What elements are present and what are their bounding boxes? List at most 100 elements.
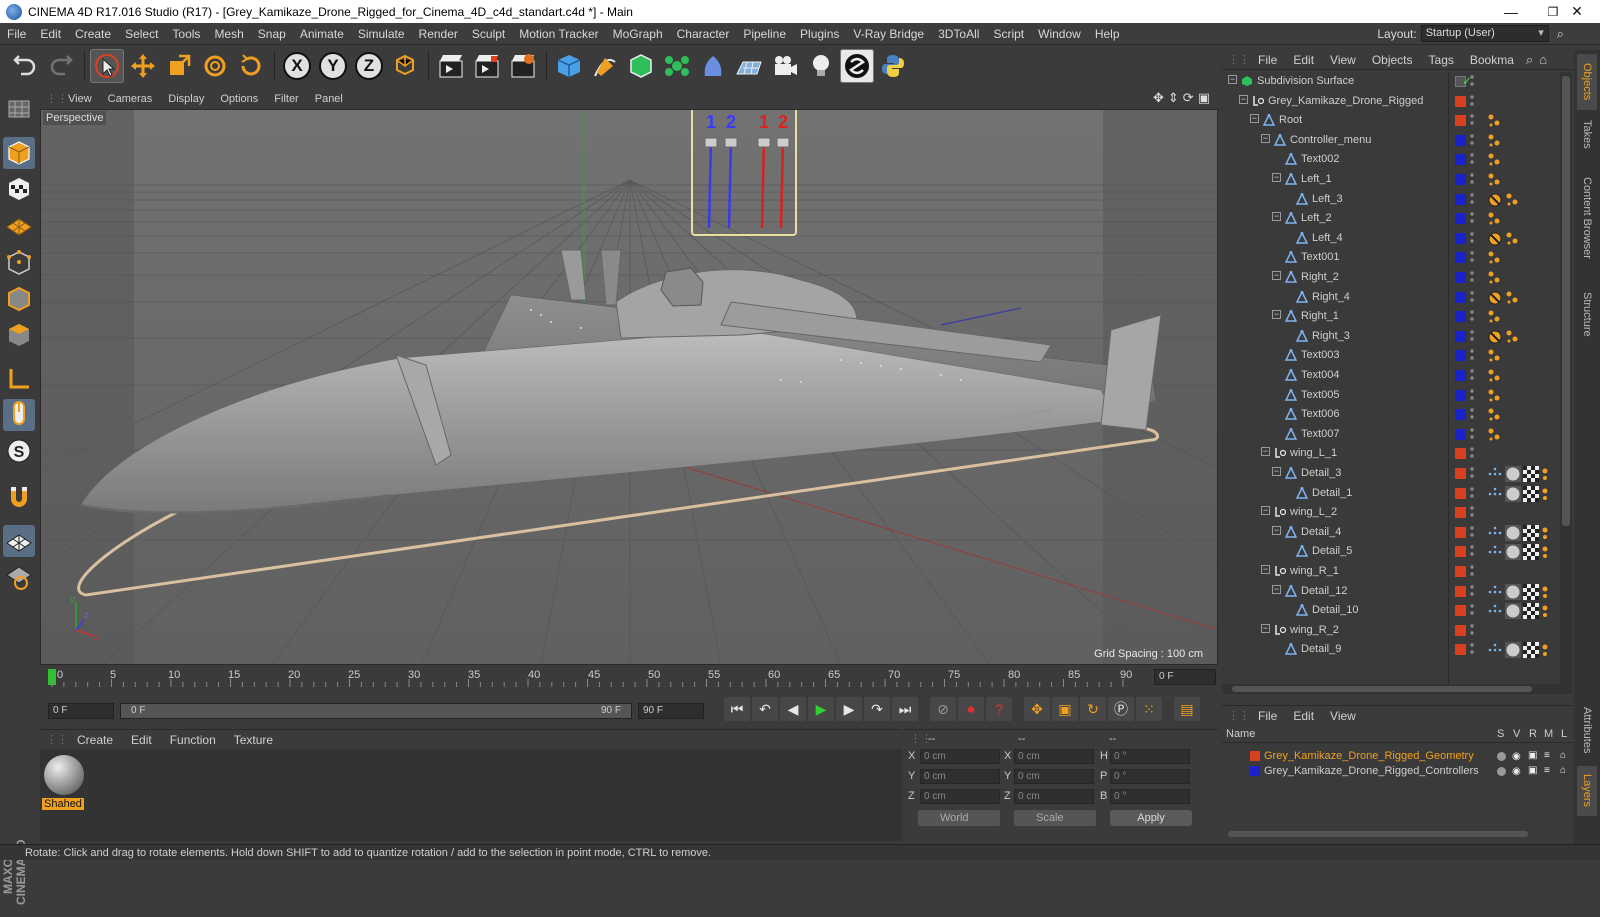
object-tags[interactable]: [1487, 583, 1549, 600]
menu-file[interactable]: File: [0, 27, 33, 41]
menu-help[interactable]: Help: [1088, 27, 1127, 41]
material-preview-sphere[interactable]: [44, 755, 84, 795]
object-name[interactable]: wing_L_1: [1290, 447, 1337, 459]
object-row[interactable]: − Root: [1222, 111, 1572, 131]
menu-plugins[interactable]: Plugins: [793, 27, 846, 41]
visibility-dots[interactable]: [1470, 427, 1474, 441]
y-axis-lock-icon[interactable]: Y: [316, 49, 350, 83]
tree-collapse-toggle[interactable]: −: [1228, 75, 1237, 84]
object-name[interactable]: Left_1: [1301, 173, 1332, 185]
visibility-dots[interactable]: [1470, 133, 1474, 147]
visibility-dots[interactable]: [1470, 113, 1474, 127]
layer-manager-scrollbar[interactable]: [1228, 831, 1528, 837]
object-name[interactable]: Detail_10: [1312, 604, 1358, 616]
object-layer-swatch[interactable]: [1455, 624, 1466, 636]
viewport-maximize-icon[interactable]: ▣: [1198, 90, 1210, 106]
visibility-dots[interactable]: [1470, 544, 1474, 558]
object-name[interactable]: Left_4: [1312, 232, 1343, 244]
model-mode-icon[interactable]: [3, 137, 35, 169]
menu-mograph[interactable]: MoGraph: [606, 27, 670, 41]
visibility-dots[interactable]: [1470, 642, 1474, 656]
menu-create[interactable]: Create: [68, 27, 118, 41]
enable-snap-grid-icon[interactable]: [3, 525, 35, 557]
object-layer-swatch[interactable]: [1455, 428, 1466, 440]
minimize-button[interactable]: —: [1488, 0, 1534, 23]
object-tags[interactable]: [1487, 524, 1549, 541]
object-layer-swatch[interactable]: [1455, 448, 1466, 460]
object-row[interactable]: Left_4: [1222, 229, 1572, 249]
visibility-dots[interactable]: [1470, 603, 1474, 617]
object-layer-swatch[interactable]: [1455, 232, 1466, 244]
object-row[interactable]: − Controller_menu: [1222, 131, 1572, 151]
pos-x-field[interactable]: 0 cm: [920, 749, 1000, 764]
object-name[interactable]: Left_3: [1312, 193, 1343, 205]
object-layer-swatch[interactable]: [1455, 291, 1466, 303]
object-layer-swatch[interactable]: [1455, 330, 1466, 342]
object-row[interactable]: Text004: [1222, 366, 1572, 386]
deformer-icon[interactable]: [696, 49, 730, 83]
layer-manager-icon[interactable]: ≡: [1544, 765, 1550, 776]
pos-y-field[interactable]: 0 cm: [920, 769, 1000, 784]
rotation-key-icon[interactable]: ↻: [1080, 697, 1106, 721]
object-name[interactable]: Text002: [1301, 153, 1340, 165]
visibility-dots[interactable]: [1470, 309, 1474, 323]
object-layer-swatch[interactable]: [1455, 389, 1466, 401]
object-name[interactable]: Detail_12: [1301, 585, 1347, 597]
scale-tool-icon[interactable]: [162, 49, 196, 83]
object-row[interactable]: − Left_2: [1222, 209, 1572, 229]
menu-edit[interactable]: Edit: [33, 27, 68, 41]
auto-keying-icon[interactable]: ⏺: [958, 697, 984, 721]
object-layer-swatch[interactable]: [1455, 350, 1466, 362]
object-row[interactable]: − Grey_Kamikaze_Drone_Rigged: [1222, 92, 1572, 112]
object-row[interactable]: − Left_1: [1222, 170, 1572, 190]
pos-z-field[interactable]: 0 cm: [920, 789, 1000, 804]
object-row[interactable]: − Subdivision Surface ✓: [1222, 72, 1572, 92]
object-row[interactable]: Detail_10: [1222, 601, 1572, 621]
visibility-dots[interactable]: [1470, 505, 1474, 519]
go-to-start-icon[interactable]: ⏮: [724, 697, 750, 721]
object-tags[interactable]: [1487, 603, 1549, 620]
om-menu-tags[interactable]: Tags: [1421, 53, 1462, 67]
object-name[interactable]: Detail_4: [1301, 526, 1341, 538]
object-row[interactable]: Text006: [1222, 405, 1572, 425]
object-name[interactable]: Text001: [1301, 251, 1340, 263]
object-name[interactable]: wing_R_1: [1290, 565, 1339, 577]
workplane-mode-icon[interactable]: [3, 209, 35, 241]
scale-key-icon[interactable]: ▣: [1052, 697, 1078, 721]
object-name[interactable]: Subdivision Surface: [1257, 75, 1354, 87]
tree-collapse-toggle[interactable]: −: [1261, 506, 1270, 516]
object-tags[interactable]: [1487, 231, 1521, 247]
render-to-picture-viewer-icon[interactable]: [470, 49, 504, 83]
size-y-field[interactable]: 0 cm: [1014, 769, 1094, 784]
object-tags[interactable]: [1487, 466, 1549, 482]
menu-character[interactable]: Character: [670, 27, 737, 41]
tree-collapse-toggle[interactable]: −: [1261, 565, 1270, 574]
pen-spline-icon[interactable]: [588, 49, 622, 83]
om-menu-file[interactable]: File: [1250, 53, 1285, 67]
menu-sculpt[interactable]: Sculpt: [465, 27, 512, 41]
tree-collapse-toggle[interactable]: −: [1272, 212, 1281, 222]
menu-3dtoall[interactable]: 3DToAll: [931, 27, 986, 41]
object-layer-swatch[interactable]: [1455, 213, 1466, 225]
visibility-dots[interactable]: [1470, 407, 1474, 421]
om-menu-view[interactable]: View: [1322, 53, 1364, 67]
layer-row[interactable]: Grey_Kamikaze_Drone_Rigged_Controllers ◉…: [1222, 764, 1574, 779]
keyframe-selection-icon[interactable]: ?: [986, 697, 1012, 721]
timeline-window-icon[interactable]: ▤: [1174, 697, 1200, 721]
object-row[interactable]: Text003: [1222, 346, 1572, 366]
close-button[interactable]: ✕: [1554, 0, 1600, 23]
record-keys-icon[interactable]: ⊘: [930, 697, 956, 721]
object-row[interactable]: Left_3: [1222, 190, 1572, 210]
object-layer-swatch[interactable]: [1455, 546, 1466, 558]
object-row[interactable]: Detail_9: [1222, 640, 1572, 660]
object-name[interactable]: Left_2: [1301, 212, 1332, 224]
object-layer-swatch[interactable]: [1455, 409, 1466, 421]
previous-key-icon[interactable]: ↶: [752, 697, 778, 721]
start-frame-field[interactable]: 0 F: [48, 703, 114, 719]
menu-pipeline[interactable]: Pipeline: [736, 27, 793, 41]
visibility-dots[interactable]: [1470, 525, 1474, 539]
object-layer-swatch[interactable]: [1455, 115, 1466, 127]
light-icon[interactable]: [804, 49, 838, 83]
camera-icon[interactable]: [768, 49, 802, 83]
make-editable-icon[interactable]: [3, 93, 35, 125]
